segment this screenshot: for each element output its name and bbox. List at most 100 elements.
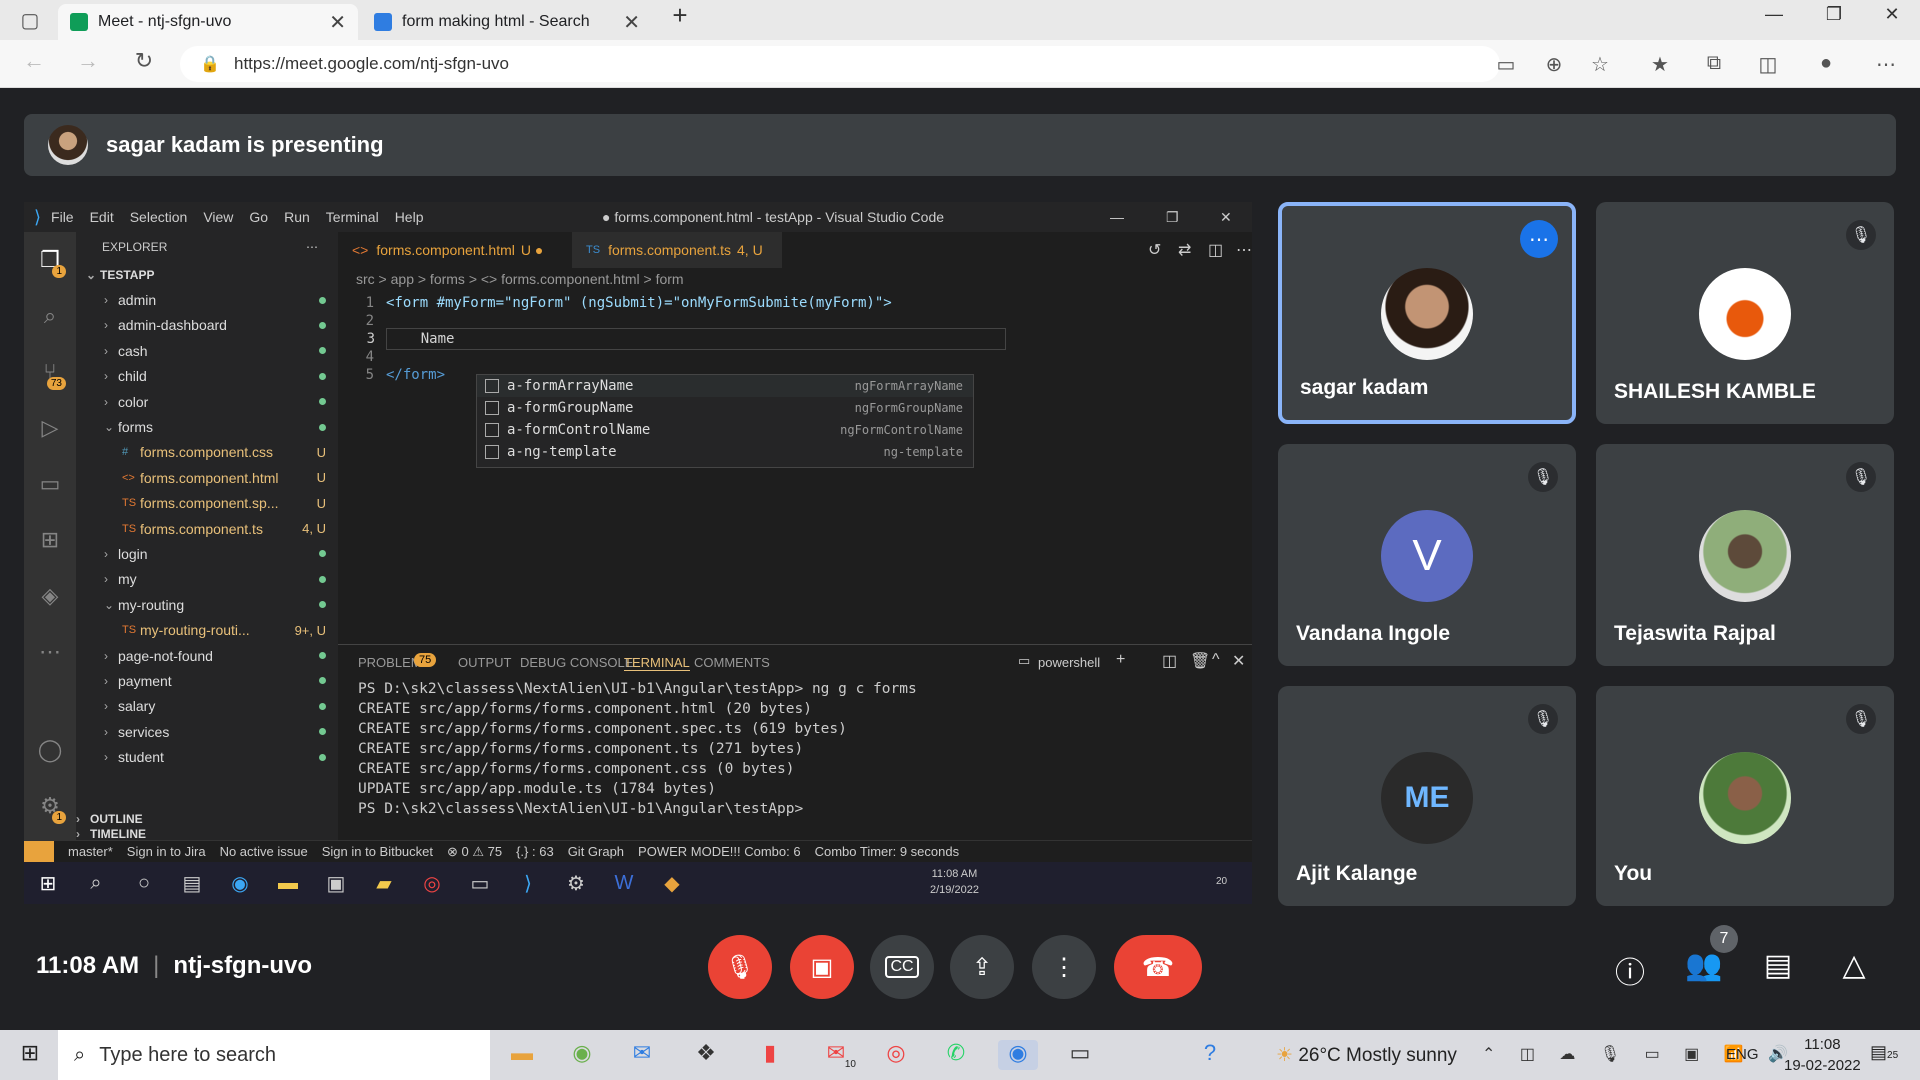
settings-icon[interactable]: ⚙ 1: [24, 778, 76, 834]
menu-item[interactable]: Selection: [130, 209, 188, 225]
tree-item[interactable]: TS forms.component.ts 4, U: [76, 516, 338, 541]
whatsapp-icon[interactable]: ✆: [936, 1040, 976, 1070]
explorer-icon[interactable]: ❐ 1: [24, 232, 76, 288]
mic-toggle-button[interactable]: 🎙: [708, 935, 772, 999]
extensions-icon[interactable]: ◫: [1754, 52, 1782, 77]
search-icon[interactable]: ⌕: [24, 288, 76, 344]
timeline-section[interactable]: › TIMELINE: [76, 827, 338, 841]
compare-icon[interactable]: ⇄: [1178, 240, 1191, 260]
close-panel-icon[interactable]: ✕: [1232, 651, 1245, 671]
vscode-restore-icon[interactable]: ❐: [1166, 209, 1179, 226]
suggestion-item[interactable]: a-formControlName ngFormControlName: [477, 419, 973, 441]
participant-tile[interactable]: 🎙 Tejaswita Rajpal: [1596, 444, 1894, 666]
participant-tile[interactable]: ⋯ sagar kadam: [1278, 202, 1576, 424]
accounts-icon[interactable]: ◯: [24, 722, 76, 778]
participant-tile[interactable]: 🎙 SHAILESH KAMBLE: [1596, 202, 1894, 424]
profile-icon[interactable]: ●: [1812, 52, 1840, 75]
chrome-icon[interactable]: ◎: [876, 1040, 916, 1070]
file-explorer-icon[interactable]: ▬: [502, 1040, 542, 1070]
editor-more-icon[interactable]: ⋯: [1236, 240, 1252, 260]
panel-tab[interactable]: TERMINAL: [624, 655, 690, 671]
camera-toggle-button[interactable]: ▣: [790, 935, 854, 999]
url-input[interactable]: 🔒 https://meet.google.com/ntj-sfgn-uvo: [180, 46, 1500, 82]
status-item[interactable]: Combo Timer: 9 seconds: [815, 844, 960, 860]
tree-item[interactable]: › salary: [76, 694, 338, 719]
maximize-panel-icon[interactable]: ^: [1212, 651, 1220, 669]
mail-icon[interactable]: ✉: [622, 1040, 662, 1070]
tree-item[interactable]: › color: [76, 389, 338, 414]
gmail-icon[interactable]: ✉ 10: [816, 1040, 856, 1070]
close-window-icon[interactable]: ✕: [1872, 4, 1912, 25]
status-item[interactable]: {.} : 63: [516, 844, 554, 860]
timeline-history-icon[interactable]: ↺: [1148, 240, 1161, 260]
editor-tab-ts[interactable]: TS forms.component.ts 4, U: [572, 232, 782, 268]
status-item[interactable]: Sign in to Bitbucket: [322, 844, 433, 860]
project-root[interactable]: ⌄ TESTAPP: [76, 262, 338, 287]
forward-icon[interactable]: →: [72, 48, 104, 74]
split-terminal-icon[interactable]: ◫: [1162, 651, 1177, 671]
captions-button[interactable]: CC: [870, 935, 934, 999]
weather-widget[interactable]: ☀ 26°C Mostly sunny: [1276, 1044, 1457, 1067]
new-tab-icon[interactable]: +: [660, 0, 700, 31]
tree-item[interactable]: › student: [76, 744, 338, 769]
tree-item[interactable]: # forms.component.css U: [76, 440, 338, 465]
suggestion-item[interactable]: a-ng-template ng-template: [477, 441, 973, 463]
split-editor-icon[interactable]: ◫: [1208, 240, 1223, 260]
status-item[interactable]: POWER MODE!!! Combo: 6: [638, 844, 801, 860]
more-icon[interactable]: ⋯: [24, 624, 76, 680]
zoom-icon[interactable]: ⊕: [1540, 52, 1568, 77]
suggestion-item[interactable]: a-formGroupName ngFormGroupName: [477, 397, 973, 419]
trash-icon[interactable]: 🗑: [1190, 651, 1210, 671]
new-terminal-icon[interactable]: +: [1116, 651, 1125, 669]
close-tab-icon[interactable]: ✕: [623, 10, 640, 35]
docker-icon[interactable]: ◈: [24, 568, 76, 624]
collections-icon[interactable]: ⧉: [1700, 52, 1728, 75]
tab-search[interactable]: form making html - Search ✕: [362, 4, 652, 40]
participant-tile[interactable]: ME 🎙 Ajit Kalange: [1278, 686, 1576, 906]
language-indicator[interactable]: ENG: [1726, 1046, 1759, 1063]
more-options-icon[interactable]: ⋯: [1872, 52, 1900, 77]
remote-indicator[interactable]: [24, 840, 54, 863]
tree-item[interactable]: <> forms.component.html U: [76, 465, 338, 490]
maximize-icon[interactable]: ❐: [1814, 4, 1854, 25]
dropbox-icon[interactable]: ❖: [686, 1040, 726, 1070]
status-item[interactable]: master*: [68, 844, 113, 860]
office-icon[interactable]: ▮: [750, 1040, 790, 1070]
panel-tab[interactable]: DEBUG CONSOLE: [520, 655, 633, 670]
tree-item[interactable]: › admin: [76, 287, 338, 312]
source-control-icon[interactable]: ⑂ 73: [24, 344, 76, 400]
status-item[interactable]: ⊗ 0 ⚠ 75: [447, 844, 502, 860]
refresh-icon[interactable]: ↻: [128, 48, 160, 74]
status-item[interactable]: Git Graph: [568, 844, 624, 860]
extensions-icon[interactable]: ⊞: [24, 512, 76, 568]
back-icon[interactable]: ←: [18, 48, 50, 74]
tab-meet[interactable]: Meet - ntj-sfgn-uvo ✕: [58, 4, 358, 40]
system-clock[interactable]: 11:08 19-02-2022: [1784, 1034, 1861, 1076]
tree-item[interactable]: › child: [76, 364, 338, 389]
notification-icon[interactable]: ▤25: [1870, 1042, 1898, 1063]
tree-item[interactable]: › cash: [76, 338, 338, 363]
explorer-more-icon[interactable]: ⋯: [306, 240, 318, 254]
menu-item[interactable]: View: [203, 209, 233, 225]
edge-icon[interactable]: ◉: [998, 1040, 1038, 1070]
tree-item[interactable]: ⌄ forms: [76, 414, 338, 439]
tree-item[interactable]: › payment: [76, 668, 338, 693]
activities-icon[interactable]: △: [1832, 948, 1876, 983]
panel-tab[interactable]: COMMENTS: [694, 655, 770, 670]
menu-item[interactable]: File: [51, 209, 74, 225]
participant-tile[interactable]: V 🎙 Vandana Ingole: [1278, 444, 1576, 666]
add-favorite-icon[interactable]: ☆: [1586, 52, 1614, 77]
tree-item[interactable]: TS my-routing-routi... 9+, U: [76, 617, 338, 642]
menu-item[interactable]: Help: [395, 209, 424, 225]
app-icon[interactable]: ◉: [562, 1040, 602, 1070]
tree-item[interactable]: ⌄ my-routing: [76, 592, 338, 617]
run-debug-icon[interactable]: ▷: [24, 400, 76, 456]
minimize-icon[interactable]: —: [1754, 4, 1794, 25]
menu-item[interactable]: Go: [249, 209, 268, 225]
panel-tab[interactable]: OUTPUT: [458, 655, 511, 670]
favorites-icon[interactable]: ★: [1646, 52, 1674, 77]
shell-label[interactable]: powershell: [1038, 655, 1100, 670]
camera-icon[interactable]: ▭: [1492, 52, 1520, 77]
participant-tile[interactable]: 🎙 You: [1596, 686, 1894, 906]
status-item[interactable]: Sign in to Jira: [127, 844, 206, 860]
